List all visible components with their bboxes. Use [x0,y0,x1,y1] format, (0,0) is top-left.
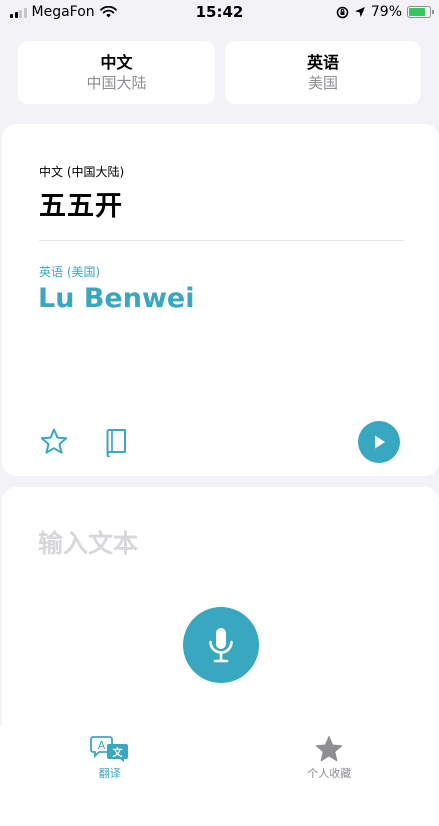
dictionary-button[interactable] [100,426,132,458]
orientation-lock-icon [336,6,349,18]
translate-icon: A 文 [89,736,128,762]
tab-bar: A 文 翻译 个人收藏 [0,726,439,782]
microphone-button[interactable] [183,607,259,683]
source-language-region: 中国大陆 [86,73,147,92]
microphone-icon [209,628,233,663]
source-language-button[interactable]: 中文 中国大陆 [18,41,215,104]
carrier-name: MegaFon [31,4,95,20]
svg-text:A: A [97,739,105,752]
signal-icon [10,7,27,18]
favorite-button[interactable] [38,426,70,458]
play-icon [375,435,385,449]
divider [39,240,404,241]
target-language-region: 美国 [307,73,338,92]
tab-favorites[interactable]: 个人收藏 [220,726,439,782]
source-text: 五五开 [39,191,123,222]
source-text-label: 中文 (中国大陆) [39,165,125,179]
translation-result-card: 中文 (中国大陆) 五五开 英语 (美国) Lu Benwei [2,124,439,476]
translated-text: Lu Benwei [38,283,195,314]
status-right: 79% [336,4,434,20]
play-button[interactable] [358,421,400,463]
battery-level-fill [409,8,425,16]
status-left: MegaFon [10,4,117,20]
svg-text:文: 文 [112,746,123,759]
home-indicator-area [0,782,439,826]
star-filled-icon [315,736,343,762]
battery-icon [407,6,434,18]
dictionary-icon [106,429,126,457]
tab-translate-label: 翻译 [98,767,121,780]
text-input[interactable] [38,523,398,563]
wifi-icon [99,6,117,18]
location-arrow-icon [354,7,365,17]
target-language-button[interactable]: 英语 美国 [225,41,421,104]
source-language-name: 中文 [100,52,133,72]
star-icon [40,428,68,454]
tab-favorites-label: 个人收藏 [307,767,352,780]
target-text-label: 英语 (美国) [39,265,101,279]
battery-percent: 79% [370,4,402,20]
tab-translate[interactable]: A 文 翻译 [0,726,220,782]
target-language-name: 英语 [306,52,339,72]
input-card [2,487,439,757]
status-bar: MegaFon 15:42 79% [0,0,439,24]
